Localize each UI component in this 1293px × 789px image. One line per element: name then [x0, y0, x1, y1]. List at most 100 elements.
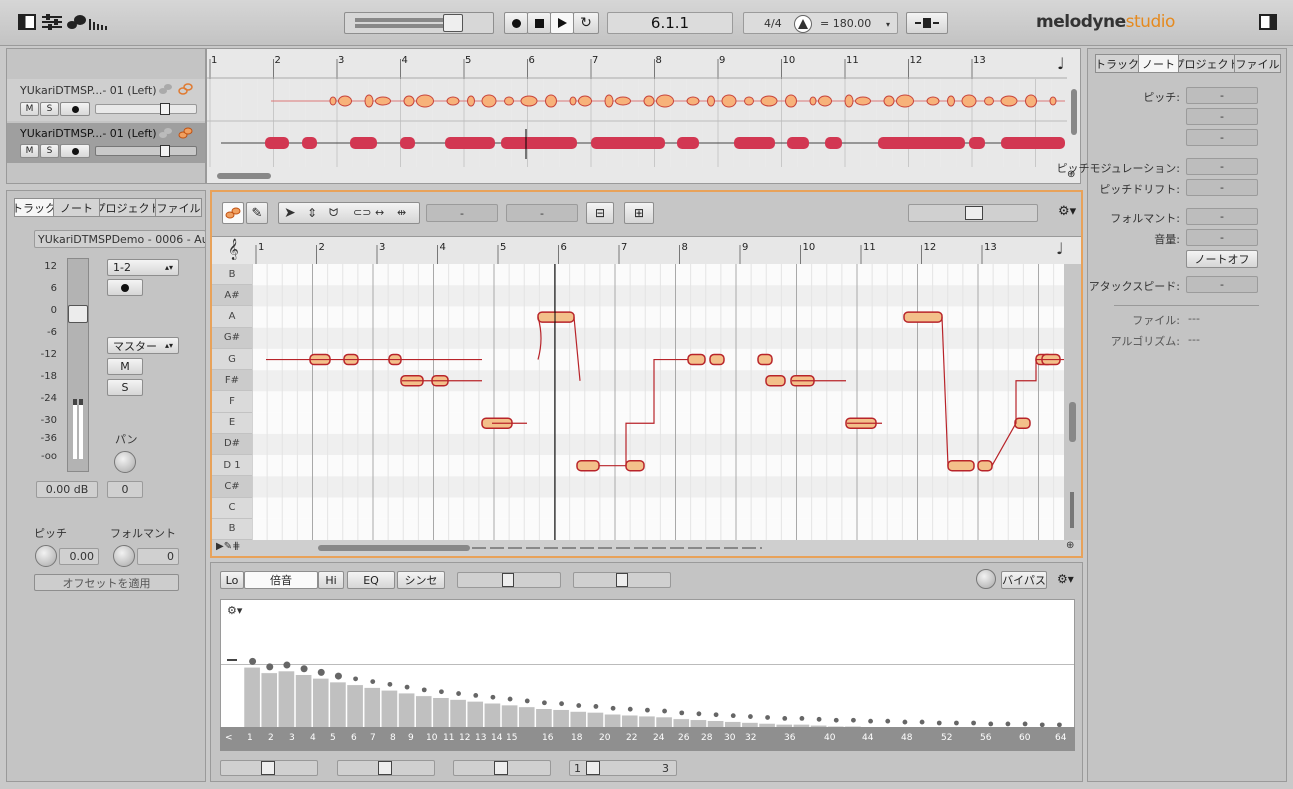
- output-select[interactable]: 1-2 ▴▾: [107, 259, 179, 276]
- formant-tool-icon[interactable]: ᗢ: [329, 206, 338, 220]
- pitch-readout[interactable]: -: [426, 204, 498, 222]
- harmonics-button[interactable]: 倍音: [244, 571, 318, 589]
- editor-settings-icon[interactable]: ⚙▾: [1058, 204, 1076, 219]
- volume-fader-track[interactable]: [67, 258, 89, 472]
- link-mode-slider[interactable]: [457, 572, 561, 588]
- apply-offset-button[interactable]: オフセットを適用: [34, 574, 179, 591]
- tempo-display[interactable]: 4/4 = 180.00 ▾: [743, 12, 898, 34]
- note-grid[interactable]: [252, 264, 1064, 540]
- tool-wrench-button[interactable]: ✎: [246, 202, 268, 224]
- bypass-button[interactable]: バイパス: [1001, 571, 1047, 589]
- track-1-volume-slider[interactable]: [95, 103, 197, 115]
- sound-settings-icon[interactable]: ⚙▾: [1057, 572, 1074, 586]
- editor-horizontal-scrollbar[interactable]: [318, 545, 470, 551]
- bypass-knob[interactable]: [976, 569, 996, 589]
- timing-tool-icon[interactable]: ↔: [375, 206, 384, 219]
- separation-tool-icon[interactable]: ⇹: [397, 206, 406, 219]
- tempo-dropdown-icon[interactable]: ▾: [886, 20, 890, 29]
- left-tab-project[interactable]: プロジェクト: [100, 198, 156, 217]
- loop-button[interactable]: ↻: [573, 12, 599, 34]
- track-2-edit-icon[interactable]: [157, 125, 173, 141]
- time-readout[interactable]: -: [506, 204, 578, 222]
- metronome-icon[interactable]: [794, 15, 812, 33]
- position-display[interactable]: 6.1.1: [607, 12, 733, 34]
- time-signature[interactable]: 4/4: [764, 17, 782, 30]
- note-pitch-field-3[interactable]: -: [1186, 129, 1258, 146]
- pitch-knob[interactable]: [35, 545, 57, 567]
- track-1-solo-button[interactable]: S: [40, 102, 59, 116]
- pitch-value-field[interactable]: 0.00: [59, 548, 99, 565]
- left-tab-track[interactable]: トラック: [14, 198, 54, 217]
- eq-button[interactable]: EQ: [347, 571, 395, 589]
- volume-fader-handle[interactable]: [68, 305, 88, 323]
- formant-knob[interactable]: [113, 545, 135, 567]
- view-slider[interactable]: [908, 204, 1038, 222]
- pitch-tool-icon[interactable]: ⇕: [307, 206, 317, 220]
- attack-speed-field[interactable]: -: [1186, 276, 1258, 293]
- note-pitch-field-1[interactable]: -: [1186, 87, 1258, 104]
- correct-pitch-button[interactable]: ⊟: [586, 202, 614, 224]
- playhead-scrubber[interactable]: [344, 12, 494, 34]
- volume-value-field[interactable]: 0.00 dB: [36, 481, 98, 498]
- track-row-2[interactable]: YUkariDTMSP...- 01 (Left) M S: [7, 123, 205, 163]
- sound-editor-icon[interactable]: [88, 15, 108, 31]
- pitch-drift-field[interactable]: -: [1186, 179, 1258, 196]
- pitch-mode-button[interactable]: [222, 202, 244, 224]
- note-assignment-icon[interactable]: [66, 13, 88, 31]
- track-2-notes-icon[interactable]: [177, 125, 193, 141]
- left-tab-note[interactable]: ノート: [54, 198, 100, 217]
- pan-value-field[interactable]: 0: [107, 481, 143, 498]
- left-tab-file[interactable]: ファイル: [156, 198, 202, 217]
- track-row-1[interactable]: YUkariDTMSP...- 01 (Left) M S: [7, 79, 205, 121]
- pitch-modulation-field[interactable]: -: [1186, 158, 1258, 175]
- editor-zoom-icon[interactable]: ⊕: [1066, 540, 1074, 551]
- macro-slider[interactable]: [573, 572, 671, 588]
- editor-ruler[interactable]: 𝄞 1 2 3 4 5 6 7 8 9 10 11 12 13 ♩: [212, 236, 1081, 265]
- track-2-record-button[interactable]: [60, 144, 90, 158]
- note-off-button[interactable]: ノートオフ: [1186, 250, 1258, 268]
- synth-button[interactable]: シンセ: [397, 571, 445, 589]
- note-formant-field[interactable]: -: [1186, 208, 1258, 225]
- note-volume-field[interactable]: -: [1186, 229, 1258, 246]
- pan-knob[interactable]: [114, 451, 136, 473]
- playback-marker-icon[interactable]: ▶✎⋕: [216, 541, 240, 552]
- track-name-field[interactable]: YUkariDTMSPDemo - 0006 - Audio -: [34, 230, 206, 248]
- select-tool-icon[interactable]: ➤: [284, 205, 296, 221]
- record-button[interactable]: [504, 12, 528, 34]
- master-select[interactable]: マスター ▴▾: [107, 337, 179, 354]
- track-1-record-button[interactable]: [60, 102, 90, 116]
- pitch-ruler[interactable]: B A# A G# G F# F E D# D 1 C# C B: [212, 264, 252, 540]
- tempo-value[interactable]: = 180.00: [820, 17, 871, 30]
- track-1-notes-icon[interactable]: [177, 81, 193, 97]
- track-1-mute-button[interactable]: M: [20, 102, 39, 116]
- monitor-record-button[interactable]: [107, 279, 143, 296]
- inspector-solo-button[interactable]: S: [107, 379, 143, 396]
- overview-note-icon[interactable]: ♩: [1057, 54, 1065, 73]
- right-tab-file[interactable]: ファイル: [1235, 54, 1281, 73]
- right-tab-project[interactable]: プロジェクト: [1179, 54, 1235, 73]
- right-tab-track[interactable]: トラック: [1095, 54, 1139, 73]
- lo-button[interactable]: Lo: [220, 571, 244, 589]
- track-1-edit-icon[interactable]: [157, 81, 173, 97]
- stop-button[interactable]: [527, 12, 551, 34]
- hi-range-slider[interactable]: [453, 760, 551, 776]
- quantize-time-button[interactable]: ⊞: [624, 202, 654, 224]
- track-2-solo-button[interactable]: S: [40, 144, 59, 158]
- editor-zoom-slider[interactable]: [1070, 492, 1074, 528]
- tempo-detect-button[interactable]: [906, 12, 948, 34]
- note-pitch-field-2[interactable]: -: [1186, 108, 1258, 125]
- editor-note-icon[interactable]: ♩: [1056, 239, 1064, 258]
- odd-even-slider[interactable]: [337, 760, 435, 776]
- inspector-mute-button[interactable]: M: [107, 358, 143, 375]
- editor-vertical-scrollbar[interactable]: [1069, 402, 1076, 442]
- mixer-icon[interactable]: [40, 13, 64, 31]
- clef-icon[interactable]: 𝄞: [228, 239, 239, 260]
- track-2-mute-button[interactable]: M: [20, 144, 39, 158]
- formant-value-field[interactable]: 0: [137, 548, 179, 565]
- overview-scroll-bar[interactable]: [217, 173, 271, 179]
- range-selector[interactable]: 1 3: [569, 760, 677, 776]
- lo-range-slider[interactable]: [220, 760, 318, 776]
- scrubber-handle[interactable]: [443, 14, 463, 32]
- right-tab-note[interactable]: ノート: [1139, 54, 1179, 73]
- amplitude-tool-icon[interactable]: ⊂⊃: [353, 206, 371, 219]
